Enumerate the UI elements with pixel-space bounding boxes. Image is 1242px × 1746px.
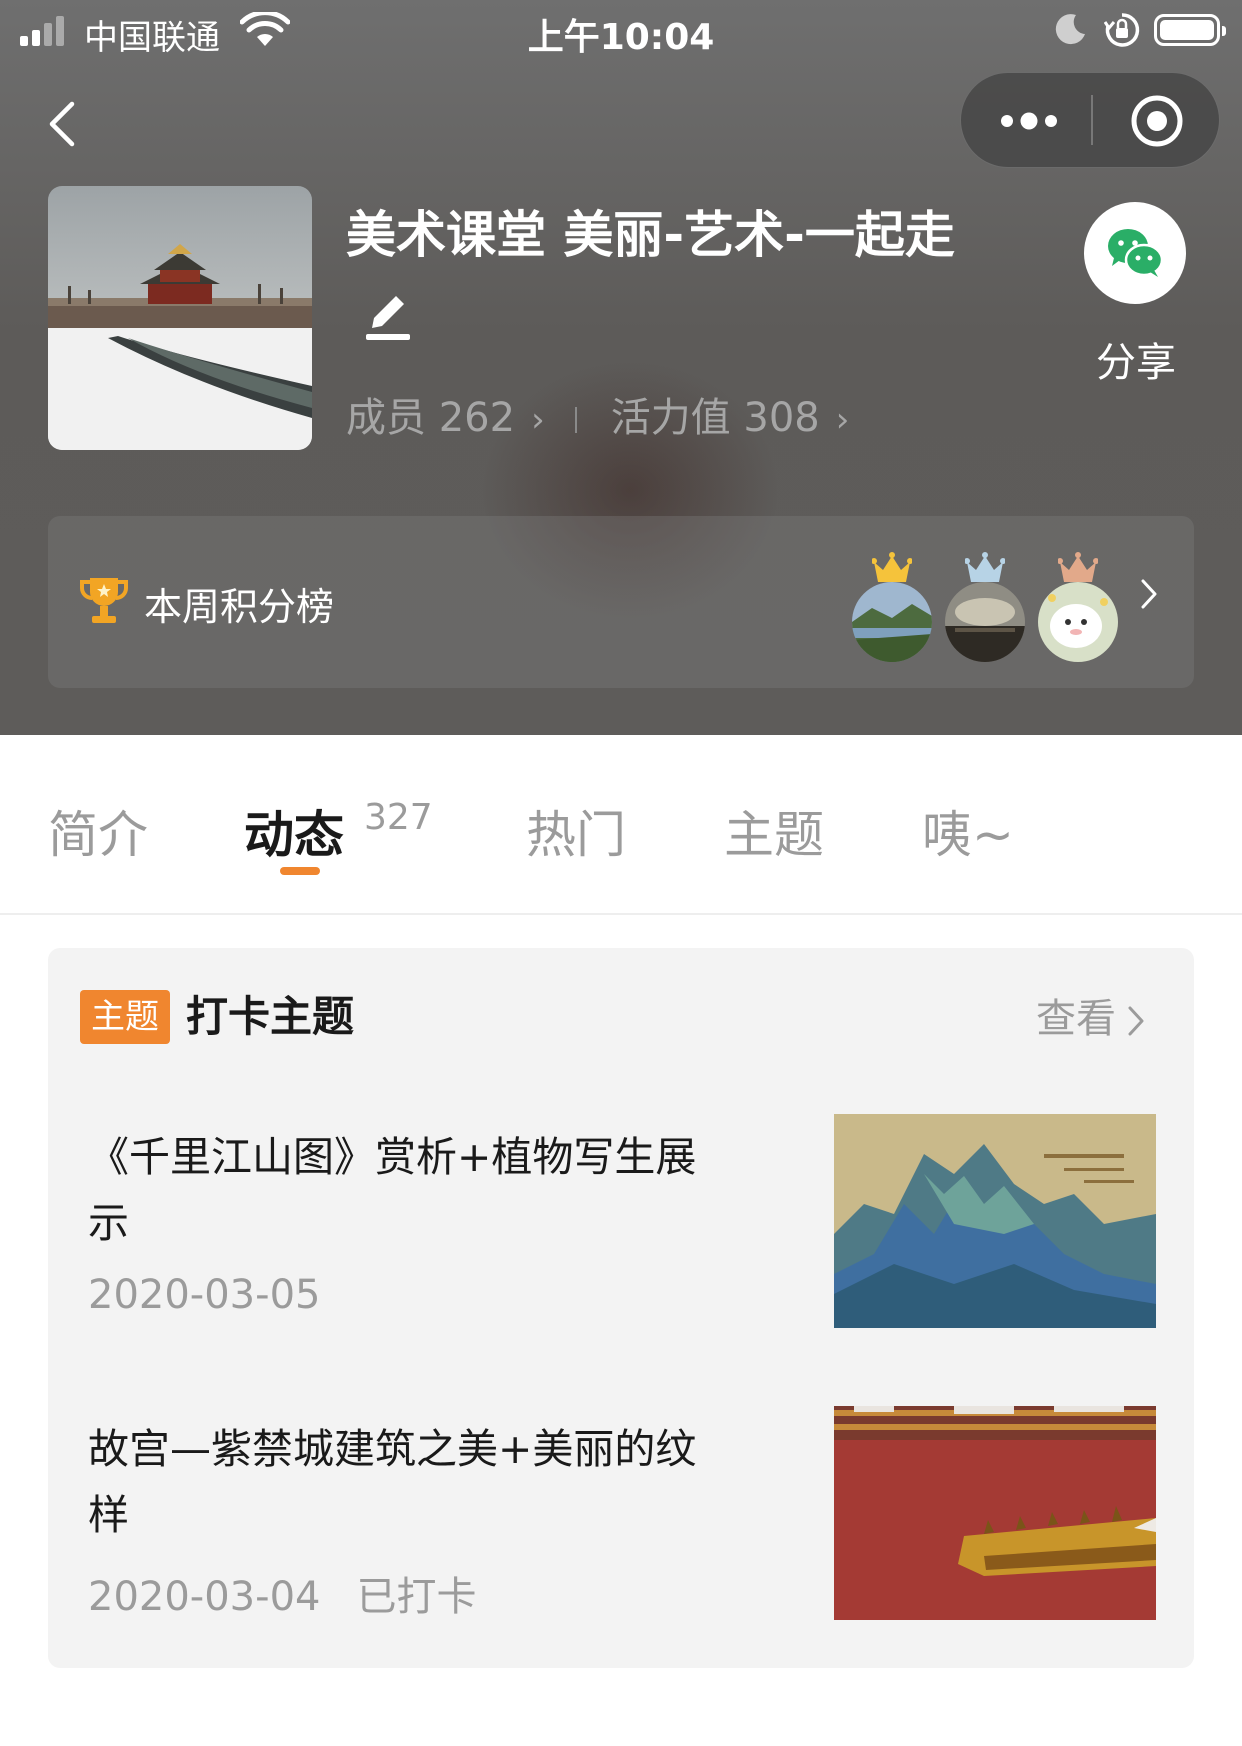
share-label[interactable]: 分享 xyxy=(1076,330,1196,388)
vitality-link[interactable]: 活力值 308 › xyxy=(611,395,850,441)
wechat-share-button[interactable] xyxy=(1084,202,1186,304)
orientation-lock-icon xyxy=(1103,12,1140,52)
topic-item-date: 2020-03-05 xyxy=(88,1272,321,1318)
leaderboard-avatar-first[interactable] xyxy=(852,552,932,662)
tab-hot[interactable]: 热门 xyxy=(526,795,626,867)
vitality-value: 308 xyxy=(743,395,820,441)
tab-topics[interactable]: 主题 xyxy=(724,795,824,867)
stats-divider xyxy=(574,407,577,433)
chevron-right-icon[interactable] xyxy=(1138,576,1160,616)
chevron-right-icon: › xyxy=(531,400,545,440)
capsule-divider xyxy=(1091,95,1093,145)
chevron-right-icon xyxy=(1128,1006,1144,1036)
topic-item-meta: 2020-03-05 xyxy=(88,1272,320,1318)
group-cover-image xyxy=(48,186,312,450)
group-header: 中国联通 上午10:04 美术课堂 美丽-艺术-一起走 成员 262 › 活力值… xyxy=(0,0,1242,735)
leaderboard-avatar-third[interactable] xyxy=(1038,552,1118,662)
tab-misc[interactable]: 咦~ xyxy=(922,795,1014,867)
topic-section-heading: 打卡主题 xyxy=(186,992,355,1041)
tab-intro[interactable]: 简介 xyxy=(48,795,148,867)
vitality-label: 活力值 xyxy=(610,395,731,441)
topic-item-meta: 2020-03-04 已打卡 xyxy=(88,1564,476,1622)
weekly-leaderboard-card[interactable]: 本周积分榜 xyxy=(48,516,1194,688)
group-title-text: 美术课堂 美丽-艺术-一起走 xyxy=(346,206,955,264)
members-label: 成员 xyxy=(346,395,426,441)
members-count: 262 xyxy=(438,395,516,441)
close-mini-program-icon[interactable] xyxy=(1129,93,1185,153)
topic-thumbnail-landscape-painting xyxy=(834,1114,1156,1328)
leaderboard-title: 本周积分榜 xyxy=(144,585,335,629)
topic-item[interactable]: 《千里江山图》赏析+植物写生展示 2020-03-05 xyxy=(48,1114,1194,1338)
do-not-disturb-moon-icon xyxy=(1054,12,1088,50)
topic-item-date: 2020-03-04 xyxy=(88,1574,321,1620)
status-bar: 中国联通 上午10:04 xyxy=(0,0,1242,62)
tab-bar: 简介 动态 327 热门 主题 咦~ xyxy=(0,735,1242,915)
members-link[interactable]: 成员 262 › xyxy=(346,395,545,441)
crown-icon xyxy=(965,552,1005,582)
trophy-icon xyxy=(78,574,130,630)
group-title: 美术课堂 美丽-艺术-一起走 xyxy=(346,192,1006,368)
view-all-label: 查看 xyxy=(1036,996,1116,1042)
topic-tag-badge: 主题 xyxy=(80,990,170,1044)
edit-pencil-icon[interactable] xyxy=(364,282,412,368)
tab-activity[interactable]: 动态 xyxy=(244,795,344,867)
checkin-topics-card: 主题 打卡主题 查看 《千里江山图》赏析+植物写生展示 2020-03-05 故… xyxy=(48,948,1194,1668)
topic-item[interactable]: 故宫—紫禁城建筑之美+美丽的纹样 2020-03-04 已打卡 xyxy=(48,1406,1194,1630)
chevron-right-icon: › xyxy=(835,400,850,440)
mini-program-capsule xyxy=(960,72,1220,168)
leaderboard-avatar-second[interactable] xyxy=(945,552,1025,662)
checked-in-status: 已打卡 xyxy=(356,1574,477,1620)
crown-icon xyxy=(872,552,912,582)
topic-thumbnail-palace-roof xyxy=(834,1406,1156,1620)
tab-activity-count: 327 xyxy=(364,797,433,838)
topic-item-title: 故宫—紫禁城建筑之美+美丽的纹样 xyxy=(88,1425,697,1539)
active-tab-indicator xyxy=(280,867,320,875)
battery-icon xyxy=(1154,14,1226,46)
view-all-link[interactable]: 查看 xyxy=(1036,992,1146,1046)
group-stats: 成员 262 › 活力值 308 › xyxy=(346,385,849,443)
topic-item-title: 《千里江山图》赏析+植物写生展示 xyxy=(88,1133,697,1247)
back-arrow-icon[interactable] xyxy=(46,100,78,152)
more-options-icon[interactable] xyxy=(999,97,1059,149)
crown-icon xyxy=(1058,552,1098,582)
